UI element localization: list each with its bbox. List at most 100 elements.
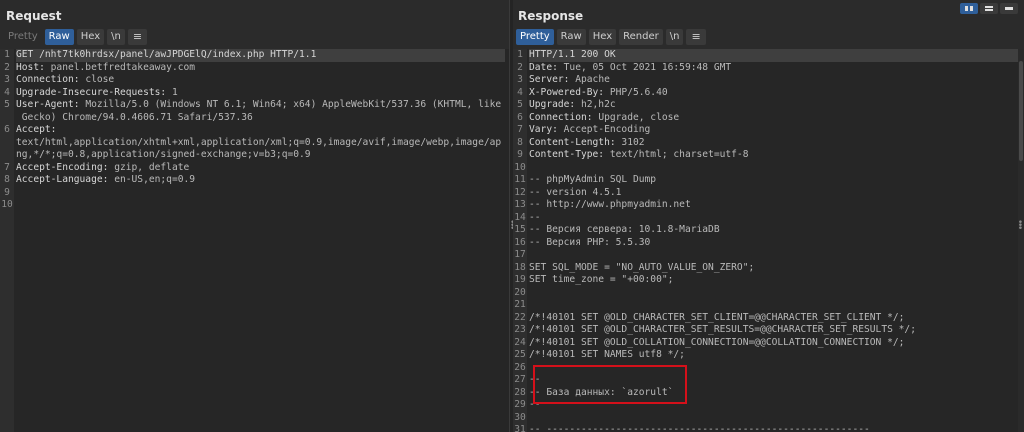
line-number: 17 — [514, 249, 526, 260]
line-number: 11 — [514, 174, 526, 185]
line-number: 9 — [4, 186, 10, 198]
line-key: Connection: — [16, 74, 86, 85]
line-text: Accept-Encoding: gzip, deflate — [16, 162, 189, 175]
response-line: 30 — [513, 412, 1024, 425]
request-line: Gecko) Chrome/94.0.4606.71 Safari/537.36 — [0, 112, 509, 125]
response-line: 19 SET time_zone = "+00:00"; — [513, 274, 1024, 287]
line-value: close — [85, 74, 115, 85]
line-text: /*!40101 SET @OLD_CHARACTER_SET_CLIENT=@… — [529, 312, 904, 325]
line-number: 12 — [514, 186, 526, 198]
line-key: Vary: — [529, 124, 564, 135]
line-value: ng,*/*;q=0.8,application/signed-exchange… — [16, 149, 311, 160]
response-scrollbar[interactable] — [1018, 49, 1024, 432]
line-number: 6 — [4, 124, 10, 135]
response-line: 11 -- phpMyAdmin SQL Dump — [513, 174, 1024, 187]
line-number: 2 — [4, 61, 10, 73]
response-tab-hex[interactable]: Hex — [588, 29, 617, 45]
request-editor[interactable]: 1 GET /nht7tk0hrdsx/panel/awJPDGElQ/index… — [0, 49, 509, 432]
line-text: -- version 4.5.1 — [529, 187, 621, 200]
request-tab-menu[interactable]: ≡ — [127, 29, 148, 45]
line-number: 19 — [514, 274, 526, 285]
response-line: 1 HTTP/1.1 200 OK — [513, 49, 1024, 62]
layout-stacked-button[interactable] — [980, 3, 998, 14]
line-key: Upgrade-Insecure-Requests: — [16, 86, 172, 98]
line-key: Date: — [529, 61, 564, 73]
database-name-highlight — [533, 365, 687, 404]
line-number: 5 — [517, 99, 523, 110]
line-number: 10 — [1, 199, 13, 210]
request-line: 10 — [0, 199, 509, 212]
line-key: Connection: — [529, 111, 599, 123]
response-tab-menu[interactable]: ≡ — [686, 29, 706, 45]
line-value: /*!40101 SET @OLD_CHARACTER_SET_CLIENT=@… — [529, 311, 905, 323]
line-number: 24 — [514, 336, 526, 348]
line-key: User-Agent: — [16, 99, 86, 110]
line-number: 8 — [4, 174, 10, 185]
request-line: 3 Connection: close — [0, 74, 509, 87]
request-line: 2 Host: panel.betfredtakeaway.com — [0, 62, 509, 75]
side-panel-grip-icon[interactable]: • • • — [1018, 219, 1023, 234]
request-tab-raw[interactable]: Raw — [44, 29, 74, 45]
line-text: User-Agent: Mozilla/5.0 (Windows NT 6.1;… — [16, 99, 501, 112]
response-tab-pretty[interactable]: Pretty — [516, 29, 554, 45]
line-value: gzip, deflate — [114, 161, 190, 173]
line-value: Tue, 05 Oct 2021 16:59:48 GMT — [563, 61, 732, 73]
line-text: Vary: Accept-Encoding — [529, 124, 650, 137]
line-text: text/html,application/xhtml+xml,applicat… — [16, 137, 501, 150]
line-text: Host: panel.betfredtakeaway.com — [16, 62, 195, 75]
response-view-tabs: Pretty Raw Hex Render \n ≡ — [516, 29, 706, 45]
request-title: Request — [6, 9, 62, 23]
line-number: 3 — [517, 74, 523, 85]
line-number: 2 — [517, 61, 523, 73]
response-line: 21 — [513, 299, 1024, 312]
line-number: 10 — [514, 161, 526, 173]
response-line: 22/*!40101 SET @OLD_CHARACTER_SET_CLIENT… — [513, 312, 1024, 325]
line-value: -- Версия PHP: 5.5.30 — [529, 236, 651, 248]
line-text: Upgrade: h2,h2c — [529, 99, 616, 112]
request-lines: 1 GET /nht7tk0hrdsx/panel/awJPDGElQ/index… — [0, 49, 509, 212]
request-tab-hex[interactable]: Hex — [76, 29, 105, 45]
line-key: Accept-Language: — [16, 174, 115, 185]
line-value: text/html,application/xhtml+xml,applicat… — [16, 136, 502, 148]
line-number: 28 — [514, 386, 526, 398]
line-number: 4 — [517, 86, 523, 98]
line-number: 7 — [517, 124, 523, 135]
line-text: SET time_zone = "+00:00"; — [529, 274, 673, 287]
line-key: HTTP/1.1 200 OK — [529, 49, 616, 60]
line-number: 27 — [514, 374, 526, 385]
line-text: SET SQL_MODE = "NO_AUTO_VALUE_ON_ZERO"; — [529, 262, 754, 275]
line-value: -- Версия сервера: 10.1.8-MariaDB — [529, 224, 720, 235]
response-line: 14 -- — [513, 212, 1024, 225]
line-key: X-Powered-By: — [529, 86, 610, 98]
line-text: Connection: close — [16, 74, 114, 87]
response-title: Response — [518, 9, 584, 23]
request-line: text/html,application/xhtml+xml,applicat… — [0, 137, 509, 150]
response-tab-raw[interactable]: Raw — [556, 29, 586, 45]
line-key: Server: — [529, 74, 576, 85]
line-value: -- version 4.5.1 — [529, 186, 622, 198]
line-text: -- phpMyAdmin SQL Dump — [529, 174, 656, 187]
line-key: Accept: — [16, 124, 57, 135]
line-number: 20 — [514, 286, 526, 298]
response-tab-render[interactable]: Render — [619, 29, 663, 45]
line-value: 3102 — [621, 136, 645, 148]
line-number: 23 — [514, 324, 526, 335]
line-number: 7 — [4, 161, 10, 173]
layout-toggle — [960, 3, 1018, 14]
response-line: 7 Vary: Accept-Encoding — [513, 124, 1024, 137]
response-line: 4 X-Powered-By: PHP/5.6.40 — [513, 87, 1024, 100]
layout-side-by-side-button[interactable] — [960, 3, 978, 14]
response-line: 31 -- -----------------------------------… — [513, 424, 1024, 432]
line-text: ng,*/*;q=0.8,application/signed-exchange… — [16, 149, 311, 162]
line-number: 3 — [4, 74, 10, 85]
line-value: Apache — [575, 74, 610, 85]
request-line: ng,*/*;q=0.8,application/signed-exchange… — [0, 149, 509, 162]
response-tab-n[interactable]: \n — [665, 29, 684, 45]
layout-single-button[interactable] — [1000, 3, 1018, 14]
line-number: 21 — [514, 299, 526, 310]
request-tab-n[interactable]: \n — [107, 29, 125, 45]
response-line: 6 Connection: Upgrade, close — [513, 112, 1024, 125]
response-line: 17 — [513, 249, 1024, 262]
line-text: Upgrade-Insecure-Requests: 1 — [16, 87, 178, 100]
response-scrollbar-thumb[interactable] — [1019, 61, 1023, 161]
